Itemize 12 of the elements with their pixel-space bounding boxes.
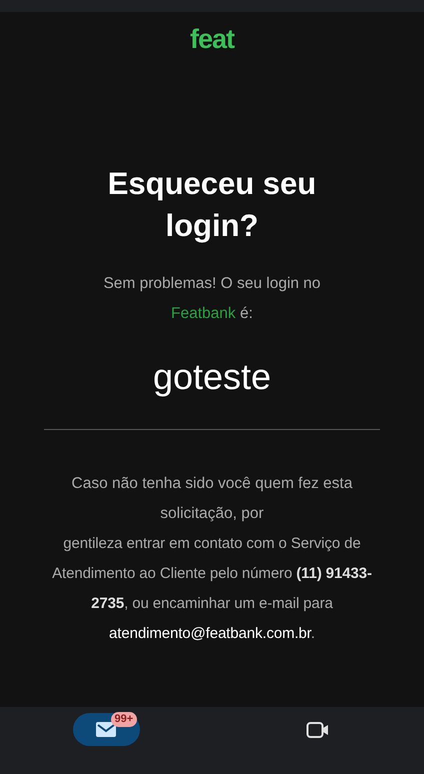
video-camera-icon — [306, 720, 330, 738]
count-badge: 99+ — [110, 712, 138, 727]
notice-text: Caso não tenha sido você quem fez esta solicitação, por — [70, 474, 354, 524]
email-link[interactable]: atendimento@featbank.com.br — [109, 625, 311, 642]
notice-text: gentileza entrar em contato com o Serviço de Atendimento ao Cliente pelo número (11) 91433-2735, ou encaminhar um e-mail para atendimento@featbank.com.br. — [51, 534, 373, 644]
intro-text: Sem problemas! O seu login no Featbank é: — [102, 274, 322, 324]
mail-icon — [95, 721, 117, 738]
login-name: goteste — [152, 355, 272, 399]
brand-link[interactable]: Featbank — [171, 305, 236, 322]
mail-tab[interactable]: 99+ — [72, 713, 140, 746]
page-title: Esqueceu seu login? — [106, 165, 318, 245]
logo: feat — [190, 25, 234, 53]
